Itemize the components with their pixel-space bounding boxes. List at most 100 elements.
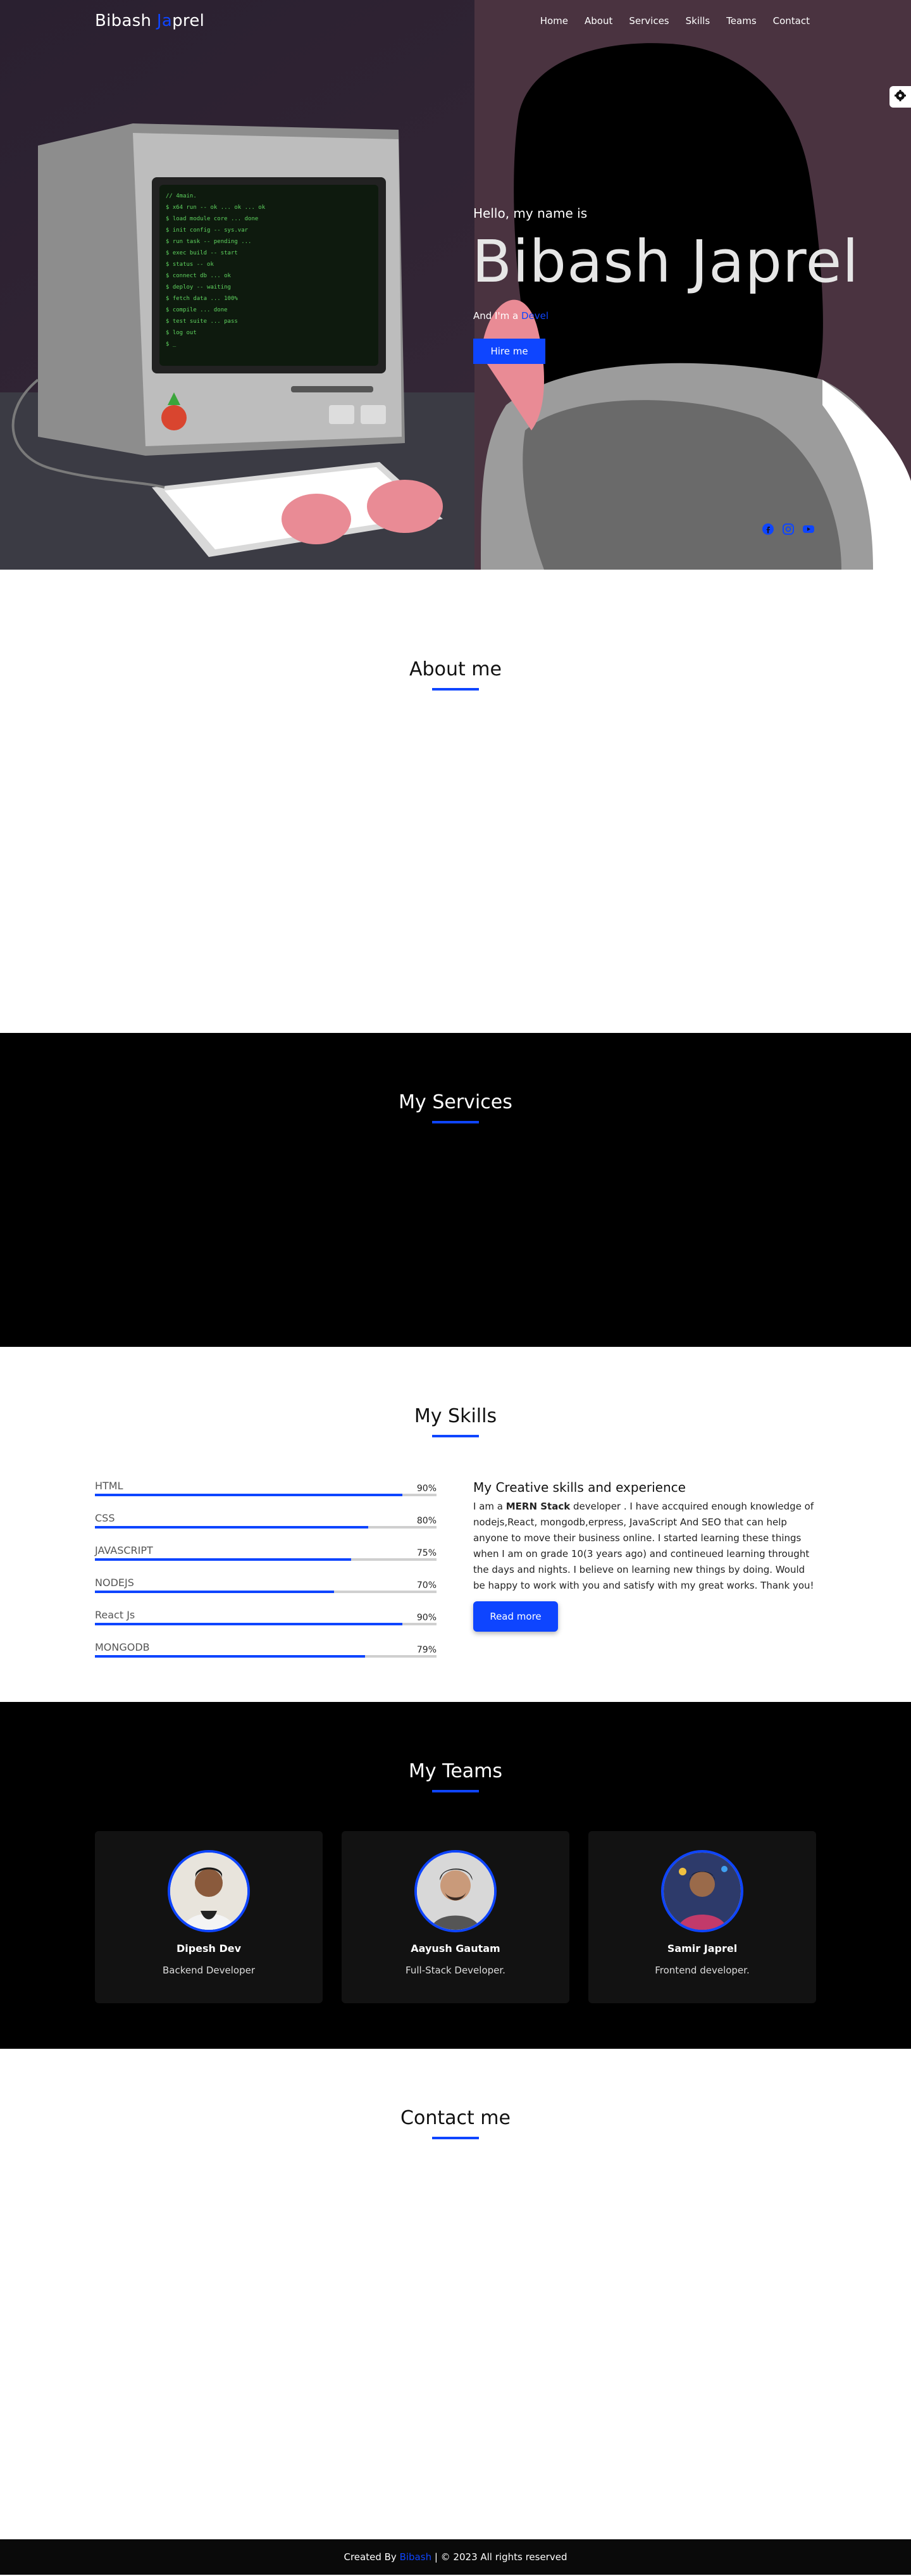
skill-fill — [95, 1526, 368, 1529]
footer: Created By Bibash | © 2023 All rights re… — [0, 2539, 911, 2575]
skill-percent: 90% — [416, 1613, 437, 1623]
skills-description: My Creative skills and experience I am a… — [473, 1480, 816, 1632]
skill-row: JAVASCRIPT 75% — [95, 1544, 437, 1577]
skill-fill — [95, 1655, 365, 1658]
svg-text:$ connect db ... ok: $ connect db ... ok — [166, 273, 232, 279]
teams-section: My Teams Dipesh Dev Backend Developer Aa… — [0, 1702, 911, 2049]
skill-percent: 75% — [416, 1548, 437, 1558]
skills-para-before: I am a — [473, 1501, 506, 1512]
skill-track — [95, 1526, 437, 1529]
skill-percent: 70% — [416, 1580, 437, 1591]
teams-title-underline — [432, 1790, 479, 1792]
hire-me-button[interactable]: Hire me — [473, 339, 545, 364]
read-more-button[interactable]: Read more — [473, 1601, 558, 1632]
hero-name: Bibash Japrel — [472, 228, 859, 296]
gear-icon — [894, 89, 907, 104]
skills-title-underline — [432, 1435, 479, 1437]
site-logo[interactable]: Bibash Japrel — [95, 11, 204, 30]
avatar — [414, 1850, 497, 1932]
skill-row: HTML 90% — [95, 1480, 437, 1512]
logo-text-accent: Ja — [156, 11, 173, 30]
services-section: My Services — [0, 1033, 911, 1347]
skills-para-after: developer . I have accquired enough know… — [473, 1501, 814, 1591]
team-cards: Dipesh Dev Backend Developer Aayush Gaut… — [95, 1831, 816, 2003]
hero-role: And I'm a Devel — [473, 310, 548, 322]
skill-row: NODEJS 70% — [95, 1577, 437, 1609]
contact-section: Contact me — [0, 2049, 911, 2539]
skills-heading: My Creative skills and experience — [473, 1480, 686, 1495]
instagram-icon[interactable] — [782, 523, 795, 535]
services-title-underline — [432, 1121, 479, 1123]
skill-row: CSS 80% — [95, 1512, 437, 1544]
logo-text-1: Bibash — [95, 11, 157, 30]
footer-author-link[interactable]: Bibash — [400, 2551, 432, 2563]
hero-role-prefix: And I'm a — [473, 310, 521, 322]
footer-prefix: Created By — [344, 2551, 400, 2563]
skill-label: MONGODB — [95, 1641, 150, 1653]
about-title-underline — [432, 688, 479, 691]
nav-link-teams[interactable]: Teams — [726, 15, 756, 27]
youtube-icon[interactable] — [802, 523, 815, 535]
member-role: Frontend developer. — [655, 1965, 750, 1976]
skill-track — [95, 1655, 437, 1658]
svg-text:$ x64 run -- ok ... ok ... ok: $ x64 run -- ok ... ok ... ok — [166, 204, 266, 211]
skill-track — [95, 1558, 437, 1561]
contact-title: Contact me — [400, 2107, 511, 2129]
services-title: My Services — [399, 1091, 512, 1113]
skill-track — [95, 1623, 437, 1625]
skill-label: NODEJS — [95, 1577, 134, 1589]
skill-fill — [95, 1623, 402, 1625]
hero-greeting: Hello, my name is — [473, 206, 588, 221]
skill-percent: 80% — [416, 1516, 437, 1526]
svg-text:$ run task -- pending ...: $ run task -- pending ... — [166, 239, 251, 245]
nav-menu: Home About Services Skills Teams Contact — [540, 15, 810, 27]
team-card: Samir Japrel Frontend developer. — [588, 1831, 816, 2003]
svg-text:$ _: $ _ — [166, 341, 177, 347]
nav-link-about[interactable]: About — [585, 15, 612, 27]
avatar — [661, 1850, 743, 1932]
about-section: About me — [0, 570, 911, 1033]
nav-link-contact[interactable]: Contact — [773, 15, 810, 27]
member-name: Dipesh Dev — [176, 1942, 242, 1954]
footer-suffix: | © 2023 All rights reserved — [431, 2551, 567, 2563]
member-name: Samir Japrel — [667, 1942, 738, 1954]
hero-section: // 4main. $ x64 run -- ok ... ok ... ok … — [0, 0, 911, 570]
svg-text:$ compile ... done: $ compile ... done — [166, 307, 228, 313]
member-role: Full-Stack Developer. — [406, 1965, 505, 1976]
skill-bars: HTML 90% CSS 80% JAVASCRIPT 75% NODEJS 7… — [95, 1480, 437, 1673]
nav-link-home[interactable]: Home — [540, 15, 568, 27]
logo-text-2: prel — [172, 11, 205, 30]
skill-label: JAVASCRIPT — [95, 1544, 153, 1556]
skills-paragraph: I am a MERN Stack developer . I have acc… — [473, 1499, 816, 1594]
contact-title-underline — [432, 2137, 479, 2139]
svg-text:$ deploy -- waiting: $ deploy -- waiting — [166, 284, 231, 291]
svg-text:$ status -- ok: $ status -- ok — [166, 261, 214, 268]
skill-fill — [95, 1494, 402, 1496]
teams-title: My Teams — [408, 1760, 503, 1782]
nav-link-services[interactable]: Services — [629, 15, 669, 27]
member-name: Aayush Gautam — [411, 1942, 500, 1954]
facebook-icon[interactable] — [762, 523, 774, 535]
skill-label: HTML — [95, 1480, 123, 1492]
skills-para-bold: MERN Stack — [505, 1501, 571, 1512]
skill-row: MONGODB 79% — [95, 1641, 437, 1673]
skill-fill — [95, 1591, 334, 1593]
skill-row: React Js 90% — [95, 1609, 437, 1641]
svg-text:$ log out: $ log out — [166, 330, 197, 336]
skills-title: My Skills — [414, 1405, 497, 1427]
svg-text:$ load module core ... done: $ load module core ... done — [166, 216, 258, 222]
team-card: Dipesh Dev Backend Developer — [95, 1831, 323, 2003]
navbar: Bibash Japrel Home About Services Skills… — [0, 0, 911, 44]
svg-text:$ init config -- sys.var: $ init config -- sys.var — [166, 227, 249, 234]
skill-label: React Js — [95, 1609, 135, 1621]
nav-link-skills[interactable]: Skills — [686, 15, 710, 27]
svg-text:$ test suite ... pass: $ test suite ... pass — [166, 318, 238, 325]
hero-role-typed: Devel — [521, 310, 549, 322]
svg-text:$ fetch data ... 100%: $ fetch data ... 100% — [166, 296, 238, 302]
team-card: Aayush Gautam Full-Stack Developer. — [342, 1831, 569, 2003]
skill-track — [95, 1591, 437, 1593]
settings-gear-button[interactable] — [889, 86, 911, 108]
skills-section: My Skills HTML 90% CSS 80% JAVASCRIPT 75… — [0, 1347, 911, 1702]
member-role: Backend Developer — [162, 1965, 256, 1976]
svg-text:// 4main.: // 4main. — [166, 193, 197, 199]
